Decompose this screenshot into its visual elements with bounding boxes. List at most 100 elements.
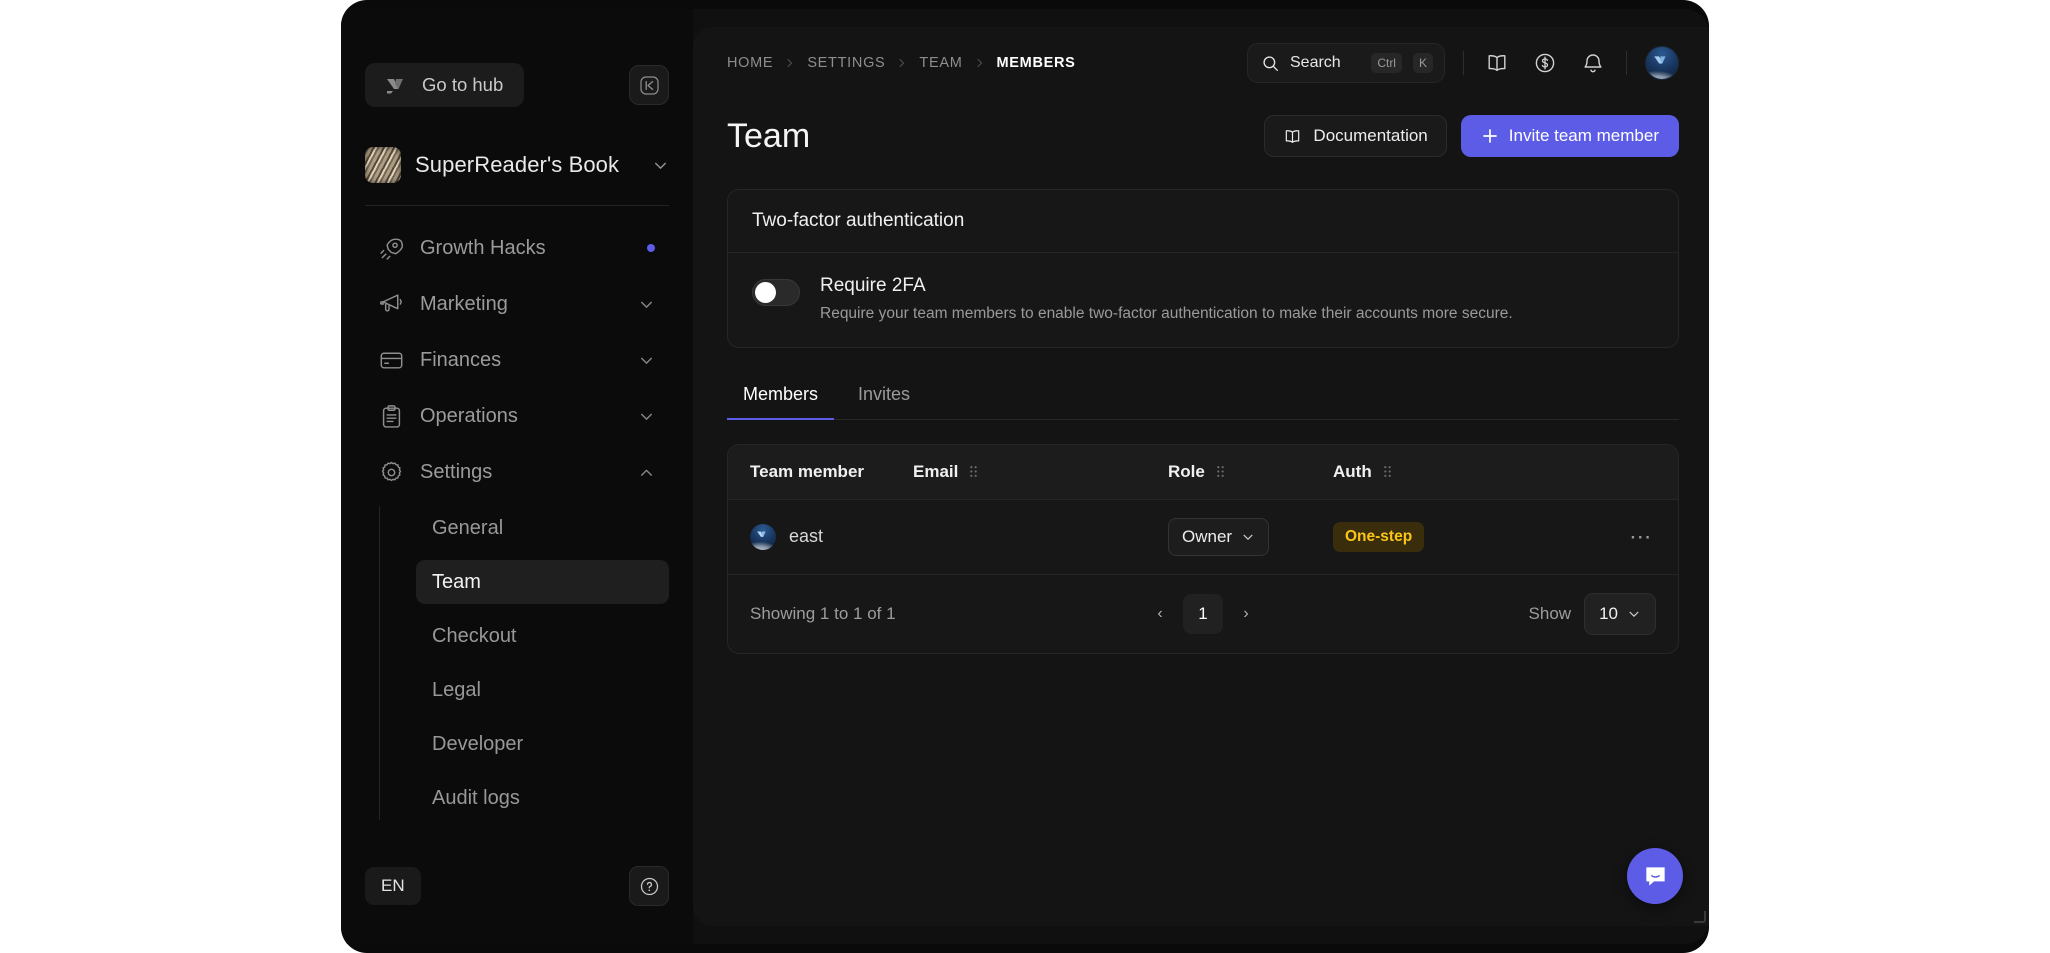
- search-icon: [1263, 55, 1278, 71]
- language-button[interactable]: EN: [365, 867, 421, 905]
- require-2fa-description: Require your team members to enable two-…: [820, 305, 1513, 322]
- divider: [1463, 51, 1464, 75]
- column-label: Auth: [1333, 461, 1372, 481]
- sidebar-item-checkout[interactable]: Checkout: [416, 614, 669, 658]
- hub-logo-icon: [387, 78, 403, 93]
- workspace-thumbnail: [365, 147, 401, 183]
- sidebar-subitem-label: Developer: [432, 732, 524, 755]
- sidebar-item-label: Marketing: [420, 292, 508, 315]
- sidebar-subitem-label: Checkout: [432, 624, 517, 647]
- previous-page-button[interactable]: ‹: [1147, 599, 1173, 629]
- chevron-down-icon: [1243, 534, 1253, 540]
- chat-support-button[interactable]: [1627, 848, 1683, 904]
- rocket-icon: [380, 237, 403, 260]
- browser-window: Go to hub SuperReader's Book Growth Hack…: [341, 0, 1709, 953]
- toggle-knob: [755, 282, 776, 303]
- tab-invites[interactable]: Invites: [842, 374, 926, 420]
- column-role[interactable]: Role: [1168, 444, 1333, 500]
- drag-handle-icon[interactable]: [1215, 465, 1226, 478]
- table-body: east Owner One-step ⋯: [728, 499, 1678, 575]
- sidebar-item-growth-hacks[interactable]: Growth Hacks: [365, 226, 669, 270]
- sidebar-subitem-label: Audit logs: [432, 786, 520, 809]
- book-icon: [1286, 129, 1300, 143]
- column-auth[interactable]: Auth: [1333, 444, 1678, 500]
- breadcrumb: HOME SETTINGS TEAM MEMBERS: [727, 55, 1229, 71]
- sidebar-item-audit-logs[interactable]: Audit logs: [416, 776, 669, 820]
- collapse-panel-icon: [639, 75, 659, 95]
- role-value: Owner: [1182, 526, 1233, 546]
- sidebar-item-legal[interactable]: Legal: [416, 668, 669, 712]
- require-2fa-toggle[interactable]: [752, 279, 800, 306]
- go-to-hub-label: Go to hub: [422, 74, 504, 95]
- workspace-name: SuperReader's Book: [415, 152, 620, 177]
- two-factor-card: Two-factor authentication Require 2FA Re…: [727, 189, 1679, 348]
- table-header-row: Team member Email Role Auth: [728, 444, 1678, 500]
- role-dropdown[interactable]: Owner: [1168, 517, 1270, 556]
- cell-auth: One-step ⋯: [1333, 499, 1678, 575]
- breadcrumb-item-home[interactable]: HOME: [727, 55, 773, 71]
- two-factor-card-title: Two-factor authentication: [728, 190, 1678, 253]
- sidebar-subitem-label: General: [432, 516, 504, 539]
- member-avatar-logo-icon: [757, 531, 766, 537]
- column-email[interactable]: Email: [913, 444, 1168, 500]
- settings-subnav: General Team Checkout Legal Developer Au…: [379, 506, 669, 820]
- members-table-card: Team member Email Role Auth east Owner O…: [727, 443, 1679, 654]
- invite-team-member-button[interactable]: Invite team member: [1460, 115, 1679, 157]
- chevron-down-icon: [1629, 611, 1639, 617]
- row-actions-menu[interactable]: ⋯: [1624, 522, 1658, 552]
- notifications-button[interactable]: [1578, 48, 1608, 78]
- sidebar-item-general[interactable]: General: [416, 506, 669, 550]
- page-size-value: 10: [1599, 603, 1618, 623]
- avatar[interactable]: [1645, 46, 1679, 80]
- avatar: [750, 523, 776, 550]
- page-title: Team: [727, 116, 811, 155]
- next-page-button[interactable]: ›: [1233, 599, 1259, 629]
- search-input[interactable]: Search Ctrl K: [1247, 43, 1445, 83]
- documentation-icon-button[interactable]: [1482, 48, 1512, 78]
- page-size-dropdown[interactable]: 10: [1584, 592, 1656, 635]
- table-row[interactable]: east Owner One-step ⋯: [728, 499, 1678, 575]
- chat-bubble-icon: [1645, 866, 1665, 886]
- sidebar-item-developer[interactable]: Developer: [416, 722, 669, 766]
- column-label: Team member: [750, 461, 865, 481]
- sidebar-item-marketing[interactable]: Marketing: [365, 282, 669, 326]
- search-placeholder: Search: [1290, 54, 1341, 71]
- sidebar: Go to hub SuperReader's Book Growth Hack…: [341, 9, 693, 944]
- gear-icon: [381, 461, 402, 481]
- column-team-member[interactable]: Team member: [728, 444, 913, 500]
- cell-role: Owner: [1168, 499, 1333, 575]
- chevron-down-icon: [654, 162, 667, 169]
- go-to-hub-button[interactable]: Go to hub: [365, 63, 525, 107]
- sidebar-item-settings[interactable]: Settings: [365, 450, 669, 494]
- resize-handle[interactable]: [1694, 911, 1706, 923]
- drag-handle-icon[interactable]: [1382, 465, 1393, 478]
- sidebar-item-team[interactable]: Team: [416, 560, 669, 604]
- breadcrumb-item-settings[interactable]: SETTINGS: [807, 55, 885, 71]
- documentation-button[interactable]: Documentation: [1264, 115, 1447, 157]
- drag-handle-icon[interactable]: [968, 465, 979, 478]
- members-table: Team member Email Role Auth east Owner O…: [728, 444, 1678, 575]
- credit-card-icon: [380, 351, 403, 369]
- breadcrumb-item-members[interactable]: MEMBERS: [997, 55, 1076, 71]
- tab-members[interactable]: Members: [727, 374, 835, 420]
- sidebar-header: Go to hub: [365, 9, 669, 107]
- page-number-1[interactable]: 1: [1183, 593, 1223, 634]
- show-label: Show: [1528, 603, 1572, 623]
- megaphone-icon: [379, 293, 402, 312]
- collapse-sidebar-button[interactable]: [629, 65, 669, 105]
- billing-icon-button[interactable]: [1530, 48, 1560, 78]
- member-name: east: [789, 526, 824, 547]
- app-container: Go to hub SuperReader's Book Growth Hack…: [341, 9, 1709, 944]
- column-label: Role: [1168, 461, 1205, 481]
- help-button[interactable]: [629, 866, 669, 906]
- divider: [1626, 51, 1627, 75]
- sidebar-item-finances[interactable]: Finances: [365, 338, 669, 382]
- dollar-circle-icon: [1535, 53, 1555, 73]
- breadcrumb-item-team[interactable]: TEAM: [919, 55, 962, 71]
- chevron-down-icon: [640, 413, 653, 420]
- notification-dot-icon: [647, 244, 655, 252]
- workspace-switcher[interactable]: SuperReader's Book: [365, 147, 669, 206]
- sidebar-item-operations[interactable]: Operations: [365, 394, 669, 438]
- chevron-right-icon: [976, 58, 982, 68]
- clipboard-icon: [382, 404, 401, 428]
